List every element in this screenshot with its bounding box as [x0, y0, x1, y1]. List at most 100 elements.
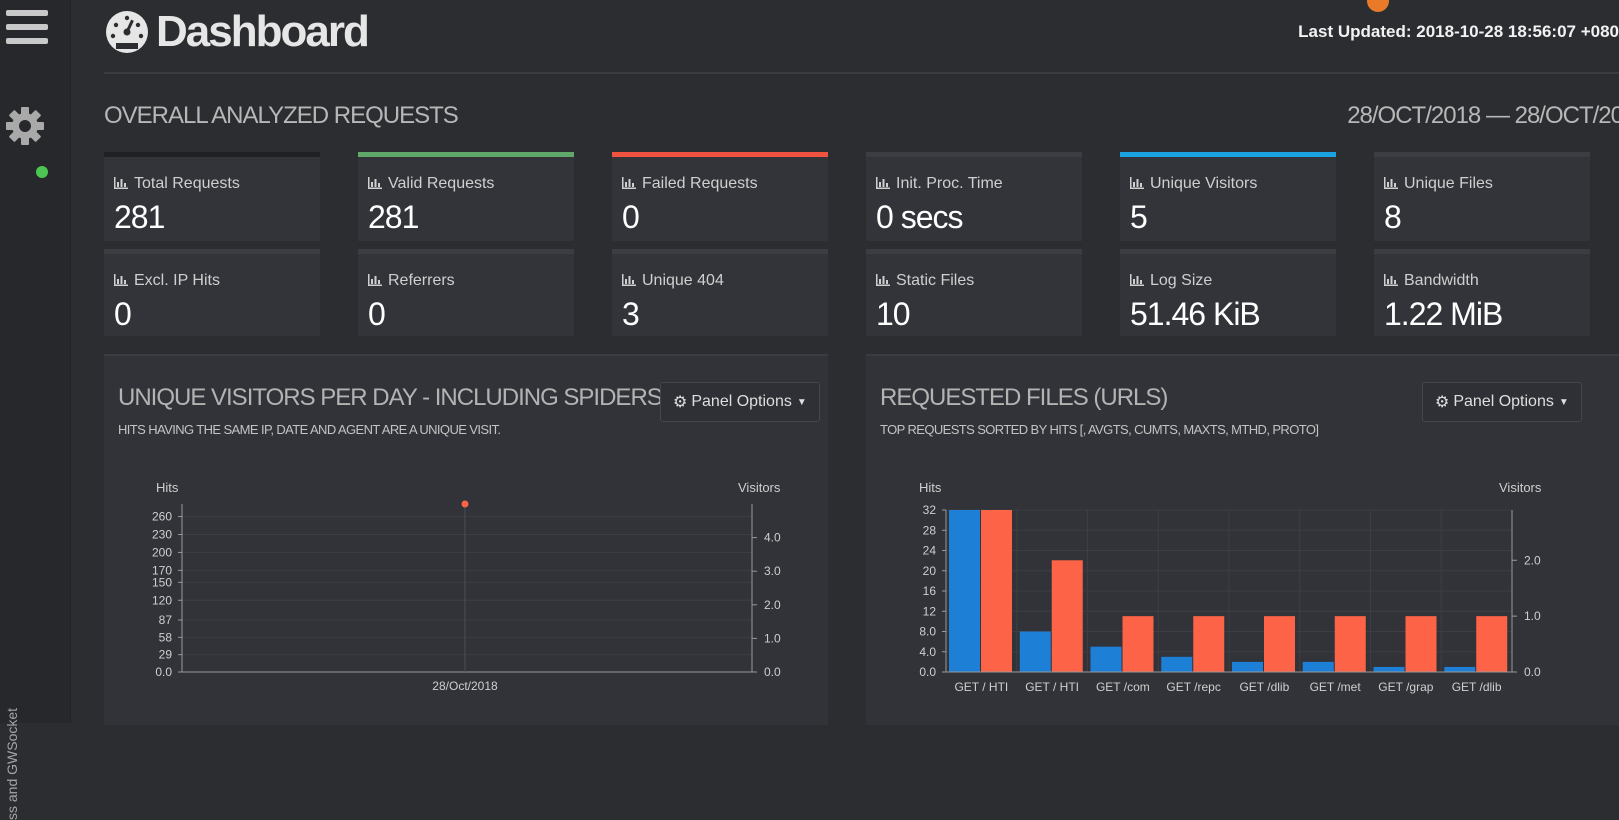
metric-card-label: Excl. IP Hits [114, 272, 220, 290]
menu-icon[interactable] [6, 10, 48, 48]
y-axis-label: Hits [156, 480, 179, 495]
sidebar-footer-label: ss and GWSocket [4, 707, 20, 820]
visitors-bar [1334, 616, 1366, 672]
metric-label-text: Init. Proc. Time [896, 175, 1003, 192]
bar-chart-icon [114, 177, 128, 189]
metric-card-label: Valid Requests [368, 175, 494, 193]
y-tick-label: 28 [923, 523, 937, 537]
hits-bar [1302, 661, 1334, 672]
y2-tick-label: 1.0 [1524, 609, 1541, 623]
x-tick-label: GET /grap [1378, 680, 1433, 694]
metric-card-value: 281 [368, 199, 419, 235]
metric-card-value: 51.46 KiB [1130, 296, 1261, 332]
files-chart: Hits Visitors 0.0 4.0 8.0 12 16 20 24 28 32 0.0 1.0 2… [919, 480, 1542, 694]
visitors-panel: UNIQUE VISITORS PER DAY - INCLUDING SPID… [104, 354, 828, 725]
y-tick-label: 150 [152, 575, 172, 589]
y2-axis-label: Visitors [1499, 480, 1542, 495]
last-updated: Last Updated: 2018-10-28 18:56:07 +080 [1298, 22, 1619, 42]
metric-card: Referrers 0 [358, 249, 574, 336]
metric-card-value: 10 [876, 296, 911, 332]
y-tick-label: 58 [159, 630, 173, 644]
y-tick-label: 8.0 [919, 625, 936, 639]
metric-card: Failed Requests 0 [612, 152, 828, 241]
last-updated-label: Last Updated: [1298, 22, 1412, 41]
y-tick-label: 4.0 [919, 645, 936, 659]
metric-card-label: Static Files [876, 272, 974, 290]
y2-tick-label: 4.0 [764, 531, 781, 545]
gear-icon[interactable] [3, 104, 47, 148]
visitors-bar [1405, 616, 1437, 672]
metric-card-value: 5 [1130, 199, 1148, 235]
bar-chart-icon [114, 274, 128, 286]
brand: Dashboard [104, 4, 370, 60]
bar-chart-icon [368, 274, 382, 286]
visitors-bar [981, 510, 1012, 672]
corner-logo [1359, 0, 1619, 16]
y2-tick-label: 0.0 [764, 665, 781, 679]
last-updated-value: 2018-10-28 18:56:07 +080 [1416, 22, 1619, 41]
metric-card: Bandwidth 1.22 MiB [1374, 249, 1590, 336]
x-tick-label: GET /repc [1166, 680, 1220, 694]
y2-tick-label: 2.0 [1524, 553, 1541, 567]
header: Dashboard Last Updated: 2018-10-28 18:56… [104, 0, 1619, 70]
metric-card-value: 8 [1384, 199, 1402, 235]
metric-card-label: Log Size [1130, 272, 1212, 290]
x-tick-label: GET /dlib [1452, 680, 1502, 694]
metric-label-text: Failed Requests [642, 175, 758, 192]
bar-chart-icon [876, 274, 890, 286]
metric-label-text: Excl. IP Hits [134, 272, 220, 289]
metric-label-text: Referrers [388, 272, 455, 289]
x-tick-label: 28/Oct/2018 [432, 679, 498, 693]
y2-tick-label: 1.0 [764, 631, 781, 645]
y-tick-label: 0.0 [155, 665, 172, 679]
metric-card-label: Unique Files [1384, 175, 1493, 193]
metric-label-text: Unique Visitors [1150, 175, 1258, 192]
metric-label-text: Unique 404 [642, 272, 724, 289]
hits-bar [1019, 631, 1051, 672]
bar-chart-icon [622, 274, 636, 286]
y2-tick-label: 0.0 [1524, 665, 1541, 679]
metric-label-text: Log Size [1150, 272, 1213, 289]
metric-card-label: Init. Proc. Time [876, 175, 1003, 193]
metric-card: Static Files 10 [866, 249, 1082, 336]
metric-card: Excl. IP Hits 0 [104, 249, 320, 336]
hits-bar [1444, 666, 1476, 672]
metric-card-value: 0 [622, 199, 640, 235]
y-tick-label: 12 [923, 604, 937, 618]
y-tick-label: 87 [159, 613, 173, 627]
metric-card-label: Failed Requests [622, 175, 758, 193]
overall-title: OVERALL ANALYZED REQUESTS [104, 102, 459, 129]
status-indicator [36, 166, 48, 178]
y-tick-label: 200 [152, 545, 172, 559]
hits-bar [949, 510, 980, 672]
y2-axis-label: Visitors [738, 480, 781, 495]
metric-card-label: Referrers [368, 272, 455, 290]
y-tick-label: 230 [152, 527, 172, 541]
date-range: 28/OCT/2018 — 28/OCT/20 [1347, 102, 1619, 129]
x-tick-label: GET /com [1096, 680, 1150, 694]
page-title: Dashboard [156, 7, 370, 56]
y-tick-label: 16 [923, 584, 937, 598]
bar-chart-icon [1384, 177, 1398, 189]
visitors-chart: Hits Visitors 0.0 29 58 87 120 150170 200 230 260 0… [152, 480, 781, 693]
y2-tick-label: 2.0 [764, 598, 781, 612]
metric-card-value: 0 [368, 296, 386, 332]
metric-card-label: Total Requests [114, 175, 240, 193]
y-tick-label: 24 [923, 544, 937, 558]
metric-card-value: 0 [114, 296, 132, 332]
sidebar: ss and GWSocket [0, 0, 71, 820]
y-tick-label: 170 [152, 563, 172, 577]
metric-card: Valid Requests 281 [358, 152, 574, 241]
metric-label-text: Valid Requests [388, 175, 495, 192]
metric-label-text: Static Files [896, 272, 975, 289]
metric-card-value: 1.22 MiB [1384, 296, 1503, 332]
metric-card: Total Requests 281 [104, 152, 320, 241]
header-divider [104, 72, 1619, 74]
hits-bar [1373, 666, 1405, 672]
y-tick-label: 0.0 [919, 665, 936, 679]
metric-label-text: Total Requests [134, 175, 240, 192]
metric-card-value: 3 [622, 296, 640, 332]
bar-chart-icon [876, 177, 890, 189]
metric-card: Unique Visitors 5 [1120, 152, 1336, 241]
y2-tick-label: 3.0 [764, 564, 781, 578]
